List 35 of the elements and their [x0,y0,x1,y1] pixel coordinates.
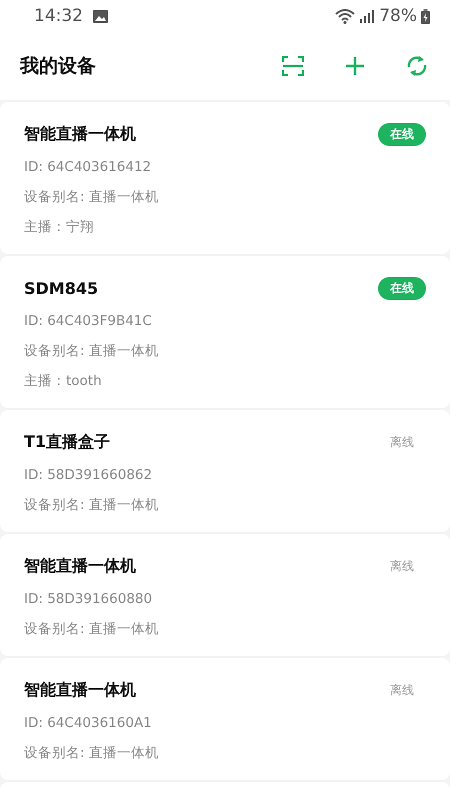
device-card[interactable]: T1直播盒子 离线 ID: 58D391660862 设备别名: 直播一体机 [0,410,450,532]
device-alias: 设备别名: 直播一体机 [24,496,160,515]
page-title: 我的设备 [20,54,97,79]
device-name: 智能直播一体机 [24,556,136,576]
status-time: 14:32 [34,6,83,26]
device-card[interactable]: SDM845 在线 ID: 64C403F9B41C 设备别名: 直播一体机 主播：tooth [0,256,450,408]
signal-icon [359,9,376,23]
device-name: 智能直播一体机 [24,124,136,144]
device-alias: 设备别名: 直播一体机 [24,188,160,207]
status-label: 离线 [389,434,415,450]
device-host: 主播：tooth [24,372,103,391]
device-id: ID: 64C403616412 [24,158,152,177]
device-alias: 设备别名: 直播一体机 [24,342,160,361]
device-id: ID: 64C403F9B41C [24,312,153,331]
device-id: ID: 64C4036160A1 [24,714,153,733]
image-icon [93,10,108,22]
device-host: 主播：宁翔 [24,218,95,237]
battery-icon [421,8,430,24]
device-alias: 设备别名: 直播一体机 [24,620,160,639]
device-card[interactable]: 智能直播一体机 离线 ID: 64C4036160A1 设备别名: 直播一体机 [0,658,450,780]
device-name: 智能直播一体机 [24,680,136,700]
battery-percent: 78% [379,6,417,26]
device-id: ID: 58D391660880 [24,590,154,609]
status-badge: 在线 [378,122,426,146]
wifi-icon [335,8,356,24]
status-label: 离线 [389,558,415,574]
device-card[interactable]: 智能直播一体机 离线 ID: 58D391660880 设备别名: 直播一体机 [0,534,450,656]
device-alias: 设备别名: 直播一体机 [24,744,160,763]
status-badge: 在线 [378,276,426,300]
device-card[interactable]: 智能直播一体机 在线 ID: 64C403616412 设备别名: 直播一体机 主播：宁翔 [0,102,450,254]
scan-button[interactable] [280,53,306,79]
device-name: T1直播盒子 [24,432,110,452]
device-name: SDM845 [24,278,98,298]
status-label: 离线 [389,682,415,698]
device-id: ID: 58D391660862 [24,466,154,485]
